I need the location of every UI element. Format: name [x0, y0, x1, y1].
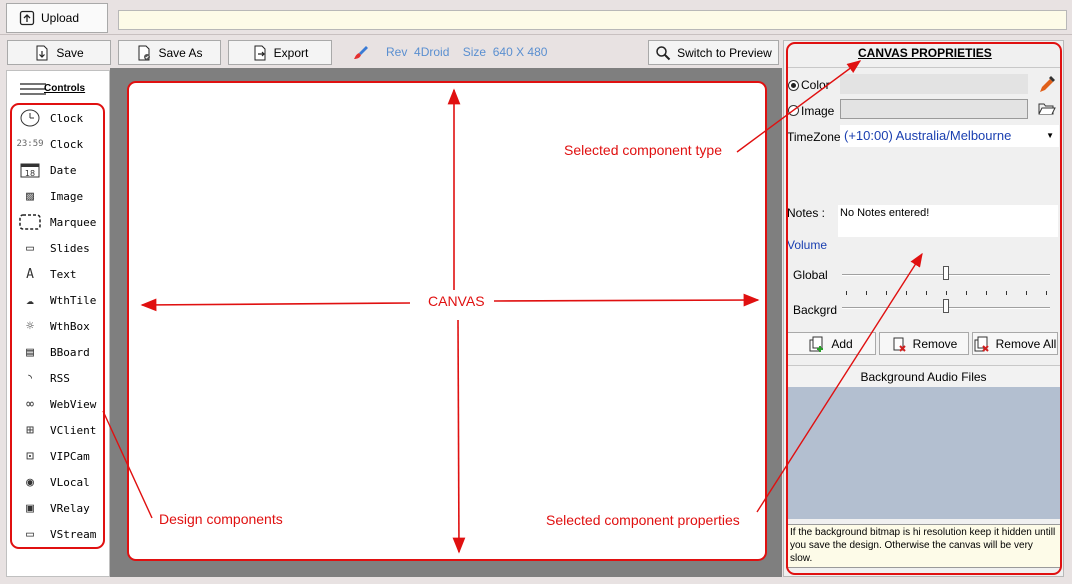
upload-label: Upload — [41, 11, 80, 25]
control-item-text[interactable]: A Text — [18, 263, 77, 285]
analog-clock-icon — [18, 109, 42, 127]
control-item-image[interactable]: ▨ Image — [18, 185, 83, 207]
control-item-slides[interactable]: ▭ Slides — [18, 237, 90, 259]
control-item-vclient[interactable]: ⊞ VClient — [18, 419, 96, 441]
save-button[interactable]: Save — [7, 40, 111, 65]
control-item-wthbox[interactable]: ☼ WthBox — [18, 315, 90, 337]
film-reel-icon: ◉ — [26, 474, 34, 490]
save-as-button[interactable]: Save As — [118, 40, 221, 65]
board-icon: ▤ — [26, 344, 34, 360]
control-label: Date — [50, 163, 77, 177]
save-as-icon — [136, 45, 152, 61]
control-item-clock[interactable]: 23:59 Clock — [16, 133, 84, 155]
control-label: WthBox — [50, 319, 90, 333]
upload-icon — [19, 10, 35, 26]
image-icon: ▨ — [26, 188, 34, 204]
rev-value: 4Droid — [414, 45, 450, 59]
control-label: BBoard — [50, 345, 90, 359]
control-label: VStream — [50, 527, 97, 541]
url-field[interactable] — [118, 10, 1067, 30]
control-item-vlocal[interactable]: ◉ VLocal — [18, 471, 90, 493]
control-label: VRelay — [50, 501, 90, 515]
control-label: VClient — [50, 423, 97, 437]
control-item-vstream[interactable]: ▭ VStream — [18, 523, 96, 545]
relay-icon: ▣ — [26, 500, 34, 516]
digital-clock-icon: 23:59 — [16, 139, 44, 149]
calendar-icon: 18 — [18, 161, 42, 179]
rev-label: Rev — [386, 45, 408, 59]
controls-header: Controls — [20, 80, 90, 98]
control-label: Marquee — [50, 215, 97, 229]
save-label: Save — [56, 45, 84, 60]
control-label: VLocal — [50, 475, 90, 489]
control-label: RSS — [50, 371, 70, 385]
control-label: WebView — [50, 397, 97, 411]
network-icon: ⊞ — [26, 422, 34, 438]
slides-icon: ▭ — [26, 240, 34, 256]
control-label: Text — [50, 267, 77, 281]
selected-props-annotation: Selected component properties — [546, 512, 740, 528]
marquee-icon — [18, 213, 42, 231]
sun-icon: ☼ — [26, 318, 34, 334]
weather-cloud-icon: ☁ — [26, 292, 34, 308]
link-icon: ∞ — [26, 396, 34, 412]
properties-highlight — [786, 42, 1062, 575]
canvas-label: CANVAS — [428, 293, 485, 309]
camera-icon: ⊡ — [26, 448, 34, 464]
svg-text:18: 18 — [25, 169, 35, 178]
control-label: WthTile — [50, 293, 97, 307]
control-label: Slides — [50, 241, 90, 255]
control-item-bboard[interactable]: ▤ BBoard — [18, 341, 90, 363]
switch-to-preview-button[interactable]: Switch to Preview — [648, 40, 779, 65]
upload-button[interactable]: Upload — [6, 3, 108, 33]
control-item-vrelay[interactable]: ▣ VRelay — [18, 497, 90, 519]
control-item-rss[interactable]: ◝ RSS — [18, 367, 70, 389]
selected-type-annotation: Selected component type — [564, 142, 722, 158]
paintbrush-icon[interactable] — [351, 43, 371, 63]
top-divider — [0, 34, 1072, 35]
design-info: Rev 4Droid Size 640 X 480 — [386, 45, 547, 59]
control-item-vipcam[interactable]: ⊡ VIPCam — [18, 445, 90, 467]
export-icon — [252, 45, 268, 61]
control-label: Image — [50, 189, 84, 203]
controls-title: Controls — [44, 83, 86, 94]
size-value: 640 X 480 — [492, 45, 548, 59]
switch-preview-label: Switch to Preview — [677, 45, 772, 60]
control-item-date[interactable]: 18 Date — [18, 159, 77, 181]
control-label: VIPCam — [50, 449, 90, 463]
rss-icon: ◝ — [26, 370, 34, 386]
control-label: Clock — [50, 137, 84, 151]
text-icon: A — [26, 266, 34, 282]
design-components-annotation: Design components — [159, 511, 283, 527]
magnifier-icon — [655, 45, 671, 61]
export-label: Export — [273, 45, 309, 60]
hamburger-icon — [20, 83, 46, 98]
control-item-wthtile[interactable]: ☁ WthTile — [18, 289, 96, 311]
export-button[interactable]: Export — [228, 40, 332, 65]
control-label: Clock — [50, 111, 84, 125]
save-as-label: Save As — [158, 45, 203, 60]
monitor-icon: ▭ — [26, 526, 34, 542]
control-item-marquee[interactable]: Marquee — [18, 211, 96, 233]
size-label: Size — [462, 45, 487, 59]
control-item-clock[interactable]: Clock — [18, 107, 83, 129]
control-item-webview[interactable]: ∞ WebView — [18, 393, 96, 415]
save-icon — [34, 45, 50, 61]
